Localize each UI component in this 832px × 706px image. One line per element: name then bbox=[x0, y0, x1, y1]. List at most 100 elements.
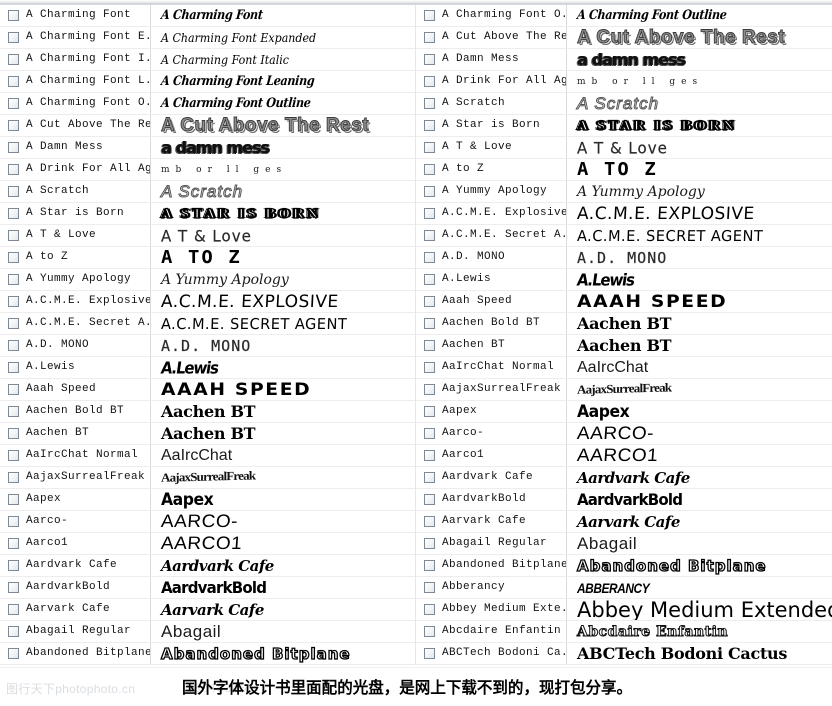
font-list-row[interactable]: A.C.M.E. Explosive A.C.M.E. EXPLOSIVE bbox=[0, 291, 415, 313]
font-list-row[interactable]: AardvarkBold AardvarkBold bbox=[0, 577, 415, 599]
checkbox-cell[interactable] bbox=[0, 428, 26, 439]
font-list-row[interactable]: A.C.M.E. Secret A... A.C.M.E. SECRET AGEN… bbox=[416, 225, 832, 247]
font-select-checkbox[interactable] bbox=[423, 164, 435, 175]
checkbox-cell[interactable] bbox=[416, 428, 442, 439]
font-select-checkbox[interactable] bbox=[423, 604, 435, 615]
font-select-checkbox[interactable] bbox=[7, 340, 19, 351]
checkbox-cell[interactable] bbox=[416, 516, 442, 527]
font-select-checkbox[interactable] bbox=[7, 406, 19, 417]
checkbox-cell[interactable] bbox=[0, 318, 26, 329]
checkbox-cell[interactable] bbox=[0, 560, 26, 571]
font-select-checkbox[interactable] bbox=[7, 362, 19, 373]
font-list-row[interactable]: Aaah Speed AAAH SPEED bbox=[416, 291, 832, 313]
checkbox-cell[interactable] bbox=[0, 164, 26, 175]
checkbox-cell[interactable] bbox=[0, 274, 26, 285]
font-select-checkbox[interactable] bbox=[423, 186, 435, 197]
font-select-checkbox[interactable] bbox=[7, 604, 19, 615]
font-list-row[interactable]: Aarvark Cafe Aarvark Cafe bbox=[416, 511, 832, 533]
font-list-row[interactable]: A Cut Above The Rest A Cut Above The Rest bbox=[0, 115, 415, 137]
checkbox-cell[interactable] bbox=[0, 54, 26, 65]
checkbox-cell[interactable] bbox=[416, 252, 442, 263]
font-select-checkbox[interactable] bbox=[7, 32, 19, 43]
font-select-checkbox[interactable] bbox=[423, 648, 435, 659]
font-list-row[interactable]: Aaah Speed AAAH SPEED bbox=[0, 379, 415, 401]
checkbox-cell[interactable] bbox=[0, 516, 26, 527]
font-list-row[interactable]: A Yummy Apology A Yummy Apology bbox=[0, 269, 415, 291]
font-list-row[interactable]: A Charming Font E... A Charming Font Expa… bbox=[0, 27, 415, 49]
font-list-row[interactable]: Aachen BT Aachen BT bbox=[416, 335, 832, 357]
font-select-checkbox[interactable] bbox=[7, 428, 19, 439]
checkbox-cell[interactable] bbox=[0, 406, 26, 417]
checkbox-cell[interactable] bbox=[416, 120, 442, 131]
font-list-row[interactable]: AaIrcChat Normal AaIrcChat bbox=[0, 445, 415, 467]
font-list-row[interactable]: A T & Love A T & Love bbox=[416, 137, 832, 159]
checkbox-cell[interactable] bbox=[416, 10, 442, 21]
font-list-row[interactable]: A Charming Font O... A Charming Font Outl… bbox=[416, 5, 832, 27]
checkbox-cell[interactable] bbox=[0, 604, 26, 615]
font-list-row[interactable]: A.D. MONO A.D. MONO bbox=[0, 335, 415, 357]
checkbox-cell[interactable] bbox=[416, 186, 442, 197]
font-select-checkbox[interactable] bbox=[7, 98, 19, 109]
checkbox-cell[interactable] bbox=[0, 208, 26, 219]
font-select-checkbox[interactable] bbox=[423, 626, 435, 637]
font-select-checkbox[interactable] bbox=[7, 450, 19, 461]
checkbox-cell[interactable] bbox=[416, 450, 442, 461]
checkbox-cell[interactable] bbox=[416, 318, 442, 329]
font-select-checkbox[interactable] bbox=[423, 252, 435, 263]
font-list-row[interactable]: A.D. MONO A.D. MONO bbox=[416, 247, 832, 269]
font-list-row[interactable]: A Star is Born A STAR IS BORN bbox=[416, 115, 832, 137]
font-select-checkbox[interactable] bbox=[7, 76, 19, 87]
font-select-checkbox[interactable] bbox=[7, 538, 19, 549]
checkbox-cell[interactable] bbox=[416, 208, 442, 219]
checkbox-cell[interactable] bbox=[0, 296, 26, 307]
font-select-checkbox[interactable] bbox=[423, 516, 435, 527]
font-list-row[interactable]: A to Z A TO Z bbox=[0, 247, 415, 269]
font-list-row[interactable]: Abcdaire Enfantin Abcdaire Enfantin bbox=[416, 621, 832, 643]
checkbox-cell[interactable] bbox=[0, 252, 26, 263]
checkbox-cell[interactable] bbox=[416, 384, 442, 395]
font-select-checkbox[interactable] bbox=[7, 296, 19, 307]
checkbox-cell[interactable] bbox=[416, 274, 442, 285]
font-list-row[interactable]: Aapex Aapex bbox=[0, 489, 415, 511]
font-list-row[interactable]: A Yummy Apology A Yummy Apology bbox=[416, 181, 832, 203]
font-select-checkbox[interactable] bbox=[423, 362, 435, 373]
font-select-checkbox[interactable] bbox=[423, 406, 435, 417]
checkbox-cell[interactable] bbox=[0, 186, 26, 197]
font-list-row[interactable]: A.C.M.E. Secret A... A.C.M.E. SECRET AGEN… bbox=[0, 313, 415, 335]
font-list-row[interactable]: A Scratch A Scratch bbox=[416, 93, 832, 115]
checkbox-cell[interactable] bbox=[0, 76, 26, 87]
checkbox-cell[interactable] bbox=[0, 538, 26, 549]
font-list-row[interactable]: AajaxSurrealFreak AajaxSurrealFreak bbox=[416, 379, 832, 401]
font-list-row[interactable]: A.C.M.E. Explosive A.C.M.E. EXPLOSIVE bbox=[416, 203, 832, 225]
font-list-row[interactable]: A to Z A TO Z bbox=[416, 159, 832, 181]
font-list-row[interactable]: Aapex Aapex bbox=[416, 401, 832, 423]
font-select-checkbox[interactable] bbox=[423, 560, 435, 571]
checkbox-cell[interactable] bbox=[0, 362, 26, 373]
font-list-row[interactable]: Aarco1 AARCO1 bbox=[416, 445, 832, 467]
checkbox-cell[interactable] bbox=[0, 142, 26, 153]
font-list-row[interactable]: Aachen Bold BT Aachen BT bbox=[416, 313, 832, 335]
font-select-checkbox[interactable] bbox=[7, 208, 19, 219]
font-select-checkbox[interactable] bbox=[7, 648, 19, 659]
checkbox-cell[interactable] bbox=[416, 230, 442, 241]
font-list-row[interactable]: A Damn Mess a damn mess bbox=[416, 49, 832, 71]
checkbox-cell[interactable] bbox=[0, 32, 26, 43]
checkbox-cell[interactable] bbox=[0, 98, 26, 109]
checkbox-cell[interactable] bbox=[416, 340, 442, 351]
font-list-row[interactable]: Aarco- AARCO- bbox=[416, 423, 832, 445]
font-select-checkbox[interactable] bbox=[423, 340, 435, 351]
font-select-checkbox[interactable] bbox=[423, 98, 435, 109]
font-list-row[interactable]: Abberancy ABBERANCY bbox=[416, 577, 832, 599]
font-select-checkbox[interactable] bbox=[423, 142, 435, 153]
checkbox-cell[interactable] bbox=[416, 54, 442, 65]
font-list-row[interactable]: Abandoned Bitplane Abandoned Bitplane bbox=[0, 643, 415, 665]
font-select-checkbox[interactable] bbox=[7, 384, 19, 395]
font-list-row[interactable]: A Cut Above The Rest A Cut Above The Rest bbox=[416, 27, 832, 49]
font-list-row[interactable]: A Drink For All Ages mb or ll ges bbox=[0, 159, 415, 181]
checkbox-cell[interactable] bbox=[416, 98, 442, 109]
font-list-row[interactable]: AaIrcChat Normal AaIrcChat bbox=[416, 357, 832, 379]
font-select-checkbox[interactable] bbox=[7, 230, 19, 241]
font-select-checkbox[interactable] bbox=[7, 142, 19, 153]
checkbox-cell[interactable] bbox=[416, 406, 442, 417]
checkbox-cell[interactable] bbox=[416, 538, 442, 549]
